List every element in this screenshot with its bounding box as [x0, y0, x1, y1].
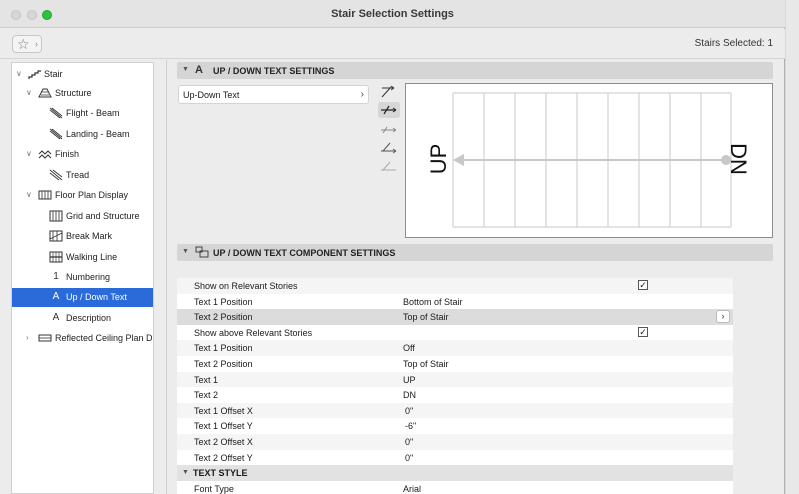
text-style-option-4[interactable]	[378, 140, 400, 156]
table-row[interactable]: Show on Relevant Stories ✓	[177, 278, 733, 294]
title-bar: Stair Selection Settings	[0, 0, 785, 28]
disclosure-open-icon: ∨	[26, 88, 32, 97]
disclosure-open-icon: ∨	[16, 69, 22, 78]
flight-beam-icon	[49, 107, 63, 119]
tree-item-stair[interactable]: ∨ Stair	[12, 65, 153, 84]
stairs-selected-count: Stairs Selected: 1	[694, 38, 773, 49]
star-icon: ☆	[17, 36, 30, 52]
landing-beam-icon	[49, 128, 63, 140]
tree-item-floor-plan-display[interactable]: ∨ Floor Plan Display	[12, 186, 153, 205]
window-title: Stair Selection Settings	[331, 8, 454, 20]
structure-icon	[38, 87, 52, 99]
break-mark-icon	[49, 230, 63, 242]
numbering-icon: 1	[53, 271, 59, 282]
table-row[interactable]: Text 1 UP	[177, 371, 733, 388]
disclosure-open-icon: ∨	[26, 149, 32, 158]
tree-item-flight-beam[interactable]: Flight - Beam	[12, 104, 153, 123]
text-style-option-2[interactable]	[378, 102, 400, 118]
tree-item-structure[interactable]: ∨ Structure	[12, 84, 153, 103]
checkbox[interactable]: ✓	[638, 326, 648, 337]
table-row[interactable]: Text 1 Position Bottom of Stair	[177, 294, 733, 310]
table-row[interactable]: Text 2 Position Top of Stair	[177, 309, 733, 325]
tree-item-landing-beam[interactable]: Landing - Beam	[12, 125, 153, 144]
chevron-right-icon: ›	[360, 89, 364, 100]
collapse-triangle-icon: ▼	[182, 248, 189, 255]
settings-tree: ∨ Stair ∨ Structure Flight - Beam Landin…	[11, 62, 154, 494]
tree-item-walking-line[interactable]: Walking Line	[12, 248, 153, 267]
collapse-triangle-icon: ▼	[182, 469, 189, 477]
tread-icon	[49, 169, 63, 181]
disclosure-open-icon: ∨	[26, 190, 32, 199]
tree-item-description[interactable]: A Description	[12, 309, 153, 328]
table-row[interactable]: Font Type Arial	[177, 481, 733, 494]
chevron-right-icon: ›	[35, 39, 38, 49]
component-settings-icon	[195, 246, 209, 261]
text-style-option-3[interactable]	[378, 121, 400, 137]
tree-item-up-down-text[interactable]: A Up / Down Text	[12, 288, 153, 307]
text-a-icon: A	[195, 64, 203, 76]
table-row[interactable]: Text 2 Offset Y 0"	[177, 450, 733, 466]
disclosure-closed-icon: ›	[26, 333, 29, 342]
section-header-up-down-text-settings[interactable]: ▼ A UP / DOWN TEXT SETTINGS	[177, 62, 773, 79]
stair-preview: UP DN	[405, 83, 773, 238]
tree-item-reflected-ceiling-plan[interactable]: › Reflected Ceiling Plan D	[12, 329, 153, 348]
table-row[interactable]: Text 1 Offset X 0"	[177, 402, 733, 419]
grid-icon	[49, 210, 63, 222]
table-scroll-area	[734, 278, 773, 494]
tree-item-grid-and-structure[interactable]: Grid and Structure	[12, 207, 153, 226]
favorites-button[interactable]: ☆ ›	[12, 35, 42, 53]
table-row[interactable]: Show above Relevant Stories ✓	[177, 325, 733, 341]
text-a-icon: A	[52, 291, 60, 302]
text-style-option-5[interactable]	[378, 158, 400, 174]
stair-icon	[28, 68, 42, 80]
tree-item-numbering[interactable]: 1 Numbering	[12, 268, 153, 287]
tree-item-finish[interactable]: ∨ Finish	[12, 145, 153, 164]
collapse-triangle-icon: ▼	[182, 66, 189, 73]
component-settings-table: Show on Relevant Stories ✓ Text 1 Positi…	[177, 278, 733, 494]
table-row[interactable]: Text 1 Offset Y -6"	[177, 418, 733, 434]
text-a-icon: A	[52, 312, 60, 323]
up-text-label: UP	[426, 143, 451, 175]
section-header-component-settings[interactable]: ▼ UP / DOWN TEXT COMPONENT SETTINGS	[177, 244, 773, 261]
pane-divider[interactable]	[166, 60, 167, 494]
floor-plan-icon	[38, 189, 52, 201]
table-section-text-style[interactable]: ▼ TEXT STYLE	[177, 465, 733, 481]
walking-line-icon	[49, 251, 63, 263]
tree-item-tread[interactable]: Tread	[12, 166, 153, 185]
toolbar: ☆ › Stairs Selected: 1	[0, 29, 785, 59]
table-row[interactable]: Text 2 Offset X 0"	[177, 434, 733, 450]
dn-text-label: DN	[726, 143, 751, 175]
checkbox[interactable]: ✓	[638, 280, 648, 290]
row-expand-button[interactable]: ›	[716, 310, 730, 323]
table-row[interactable]: Text 1 Position Off	[177, 340, 733, 356]
background-window-edge	[786, 0, 799, 494]
table-row[interactable]: Text 2 Position Top of Stair	[177, 356, 733, 372]
ceiling-plan-icon	[38, 332, 52, 344]
tree-item-break-mark[interactable]: Break Mark	[12, 227, 153, 246]
up-down-text-selector[interactable]: Up-Down Text ›	[178, 85, 369, 104]
text-style-option-1[interactable]	[378, 84, 400, 100]
settings-window: Stair Selection Settings ☆ › Stairs Sele…	[0, 0, 785, 494]
finish-icon	[38, 148, 52, 160]
table-row[interactable]: Text 2 DN	[177, 387, 733, 403]
